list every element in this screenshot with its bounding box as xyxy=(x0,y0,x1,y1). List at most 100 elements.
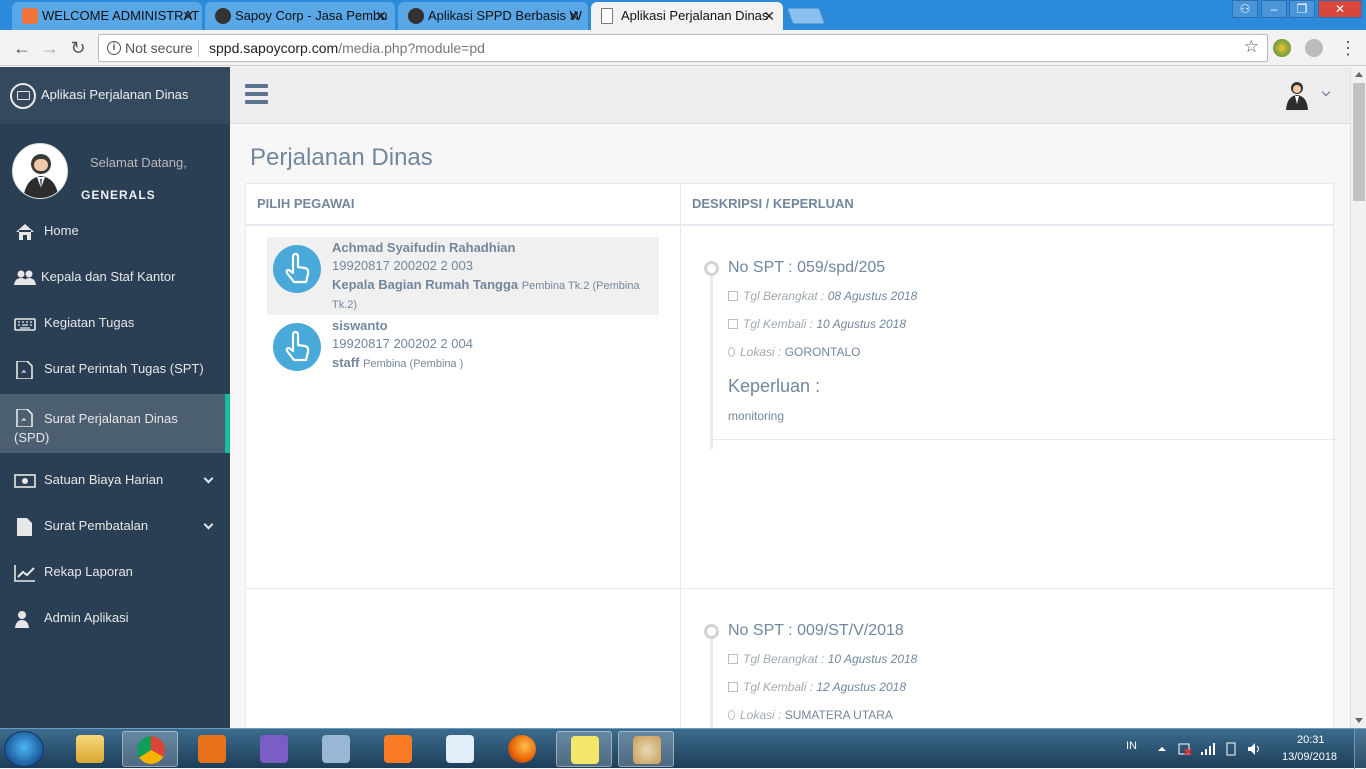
return-label: Tgl Kembali : xyxy=(743,317,814,331)
sidebar-item-satuan-biaya[interactable]: Satuan Biaya Harian xyxy=(0,472,230,492)
vertical-scrollbar[interactable] xyxy=(1350,67,1366,728)
employee-item[interactable]: Achmad Syaifudin Rahadhian 19920817 2002… xyxy=(267,237,659,315)
menu-dots-icon[interactable]: ⋮ xyxy=(1336,36,1360,60)
employee-golongan: Pembina (Pembina ) xyxy=(363,358,464,370)
browser-tab[interactable]: Aplikasi SPPD Berbasis W ✕ xyxy=(398,2,588,30)
back-icon[interactable]: ← xyxy=(10,36,34,60)
language-indicator[interactable]: IN xyxy=(1126,740,1137,752)
employee-jabatan: staff xyxy=(332,355,360,370)
taskbar-chrome[interactable] xyxy=(122,731,178,767)
taskbar-explorer[interactable] xyxy=(62,731,118,767)
hamburger-menu-icon[interactable] xyxy=(245,84,268,104)
reload-icon[interactable]: ↻ xyxy=(66,36,90,60)
bookmark-star-icon[interactable]: ☆ xyxy=(1244,37,1259,57)
browser-tab[interactable]: Sapoy Corp - Jasa Pembu ✕ xyxy=(205,2,395,30)
sidebar-item-label: Surat Pembatalan xyxy=(44,518,149,533)
location-value: SUMATERA UTARA xyxy=(784,708,893,722)
chevron-down-icon xyxy=(203,473,214,484)
brand-title: Aplikasi Perjalanan Dinas xyxy=(41,87,189,102)
security-label[interactable]: Not secure xyxy=(125,40,193,56)
monitor-icon xyxy=(10,83,36,109)
employee-position: Kepala Bagian Rumah Tangga Pembina Tk.2 … xyxy=(332,276,652,314)
sticky-notes-icon xyxy=(571,736,599,764)
browser-tab-active[interactable]: Aplikasi Perjalanan Dinas ✕ xyxy=(591,2,783,30)
maximize-button[interactable]: ❐ xyxy=(1289,0,1315,18)
xampp-icon xyxy=(384,735,412,763)
paint-icon xyxy=(633,736,661,764)
extension-icon[interactable] xyxy=(1273,39,1291,57)
scrollbar-thumb[interactable] xyxy=(1353,83,1365,201)
url-host: sppd.sapoycorp.com xyxy=(209,40,339,56)
address-bar[interactable]: i Not secure sppd.sapoycorp.com/media.ph… xyxy=(98,34,1268,62)
close-window-button[interactable]: ✕ xyxy=(1318,0,1362,18)
taskbar-visual-studio[interactable] xyxy=(246,731,302,767)
tab-close-icon[interactable]: ✕ xyxy=(568,2,580,30)
scroll-up-icon[interactable] xyxy=(1355,72,1363,77)
new-tab-button[interactable] xyxy=(787,8,825,24)
tab-title: Sapoy Corp - Jasa Pembu xyxy=(235,8,388,23)
employee-nip: 19920817 200202 2 003 xyxy=(332,258,473,273)
location: Lokasi : SUMATERA UTARA xyxy=(728,708,893,722)
taskbar-firefox[interactable] xyxy=(494,731,550,767)
welcome-text: Selamat Datang, xyxy=(90,155,187,170)
sidebar-item-kepala-staf[interactable]: Kepala dan Staf Kantor xyxy=(0,269,230,289)
chevron-down-icon[interactable] xyxy=(1321,87,1331,97)
taskbar-media-player[interactable] xyxy=(184,731,240,767)
show-desktop-button[interactable] xyxy=(1354,729,1366,769)
sidebar-item-spt[interactable]: Surat Perintah Tugas (SPT) xyxy=(0,361,230,381)
sidebar-item-spd[interactable]: Surat Perjalanan Dinas (SPD) xyxy=(0,394,230,453)
travel-panel: PILIH PEGAWAI DESKRIPSI / KEPERLUAN Achm… xyxy=(245,183,1336,744)
timeline-dot xyxy=(704,261,719,276)
browser-tab-strip: WELCOME ADMINISTRAT ✕ Sapoy Corp - Jasa … xyxy=(0,0,1366,30)
system-tray[interactable] xyxy=(1155,741,1265,757)
purpose-value: monitoring xyxy=(728,409,785,423)
home-icon xyxy=(16,224,34,240)
browser-tab[interactable]: WELCOME ADMINISTRAT ✕ xyxy=(12,2,202,30)
globe-icon[interactable] xyxy=(1305,39,1323,57)
taskbar-sticky-notes[interactable] xyxy=(556,731,612,767)
start-button[interactable] xyxy=(4,731,44,767)
url-text[interactable]: sppd.sapoycorp.com/media.php?module=pd xyxy=(209,40,485,56)
sidebar-item-label: Kepala dan Staf Kantor xyxy=(41,269,176,284)
tab-close-icon[interactable]: ✕ xyxy=(182,2,194,30)
sidebar-brand[interactable]: Aplikasi Perjalanan Dinas xyxy=(0,67,230,124)
taskbar-paint[interactable] xyxy=(618,731,674,767)
sidebar-item-admin-aplikasi[interactable]: Admin Aplikasi xyxy=(0,610,230,630)
spt-number: No SPT : 059/spd/205 xyxy=(728,259,886,276)
minimize-button[interactable]: – xyxy=(1261,0,1287,18)
site-icon xyxy=(408,8,424,24)
taskbar-xampp[interactable] xyxy=(370,731,426,767)
forward-icon[interactable]: → xyxy=(38,36,62,60)
sidebar-item-surat-pembatalan[interactable]: Surat Pembatalan xyxy=(0,518,230,538)
visual-studio-icon xyxy=(260,735,288,763)
sidebar-item-home[interactable]: Home xyxy=(0,223,230,243)
return-date: Tgl Kembali : 12 Agustus 2018 xyxy=(728,680,906,694)
top-navbar xyxy=(230,67,1350,124)
sidebar-item-label: Surat Perintah Tugas (SPT) xyxy=(44,361,204,376)
employee-name: siswanto xyxy=(332,318,388,333)
user-avatar-icon[interactable] xyxy=(1284,80,1310,110)
sidebar-item-rekap-laporan[interactable]: Rekap Laporan xyxy=(0,564,230,584)
purpose-label: Keperluan : xyxy=(728,376,821,396)
url-path: /media.php?module=pd xyxy=(338,40,485,56)
sidebar-item-kegiatan-tugas[interactable]: Kegiatan Tugas xyxy=(0,315,230,335)
clock-date[interactable]: 13/09/2018 xyxy=(1282,751,1337,763)
employee-item[interactable]: siswanto 19920817 200202 2 004 staff Pem… xyxy=(267,315,659,393)
taskbar-remote[interactable] xyxy=(308,731,364,767)
clock-time[interactable]: 20:31 xyxy=(1297,734,1325,746)
xampp-icon xyxy=(22,8,38,24)
column-divider xyxy=(680,184,681,744)
calendar-icon xyxy=(728,654,738,664)
tab-close-icon[interactable]: ✕ xyxy=(763,2,775,30)
taskbar-feather-app[interactable] xyxy=(432,731,488,767)
pointer-hand-icon xyxy=(273,323,321,371)
sidebar-item-label: Satuan Biaya Harian xyxy=(44,472,164,487)
divider xyxy=(198,40,199,57)
column-header-pegawai: PILIH PEGAWAI xyxy=(246,184,680,226)
tab-close-icon[interactable]: ✕ xyxy=(375,2,387,30)
sidebar-item-label: Surat Perjalanan Dinas (SPD) xyxy=(14,411,178,445)
info-icon[interactable]: i xyxy=(107,41,121,55)
scroll-down-icon[interactable] xyxy=(1355,718,1363,723)
map-marker-icon xyxy=(728,347,735,357)
user-profile-button[interactable]: ⚇ xyxy=(1232,0,1258,18)
